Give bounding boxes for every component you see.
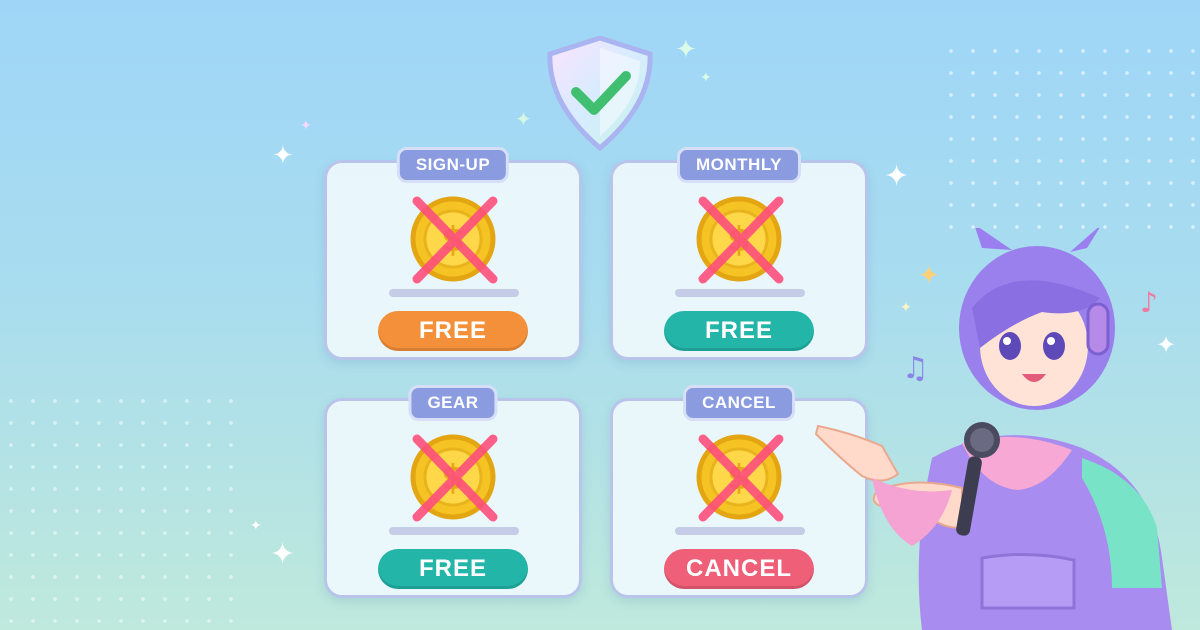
shield-check-icon [547, 35, 653, 152]
card-title: GEAR [408, 385, 498, 421]
dot-pattern-top-right [940, 40, 1200, 240]
card-title: CANCEL [683, 385, 795, 421]
music-note-icon: ♫ [902, 351, 929, 386]
mascot-character: ♫ ♪ [814, 228, 1172, 630]
divider-bar [389, 289, 519, 297]
music-note-icon: ♪ [1140, 286, 1158, 319]
sparkle-icon: ✦ [700, 69, 712, 85]
divider-bar [389, 527, 519, 535]
cancel-badge[interactable]: CANCEL [664, 549, 814, 589]
sparkle-icon: ✦ [884, 160, 910, 193]
dot-pattern-bottom-left [0, 390, 240, 630]
sparkle-icon: ✦ [515, 109, 532, 131]
crossed-coin-icon: $ [410, 196, 498, 284]
price-badge[interactable]: FREE [378, 549, 528, 589]
sparkle-icon: ✦ [300, 117, 312, 133]
card-title: SIGN-UP [396, 147, 510, 183]
sparkle-icon: ✦ [272, 140, 294, 170]
card-gear: GEAR $ FREE [324, 385, 582, 598]
card-sign-up: SIGN-UP $ FREE [324, 147, 582, 360]
divider-bar [675, 527, 805, 535]
crossed-coin-icon: $ [410, 434, 498, 522]
card-title: MONTHLY [677, 147, 801, 183]
sparkle-icon: ✦ [250, 517, 262, 533]
price-badge[interactable]: FREE [664, 311, 814, 351]
price-badge[interactable]: FREE [378, 311, 528, 351]
sparkle-icon: ✦ [675, 34, 697, 64]
sparkle-icon: ✦ [270, 538, 296, 571]
crossed-coin-icon: $ [696, 196, 784, 284]
divider-bar [675, 289, 805, 297]
crossed-coin-icon: $ [696, 434, 784, 522]
